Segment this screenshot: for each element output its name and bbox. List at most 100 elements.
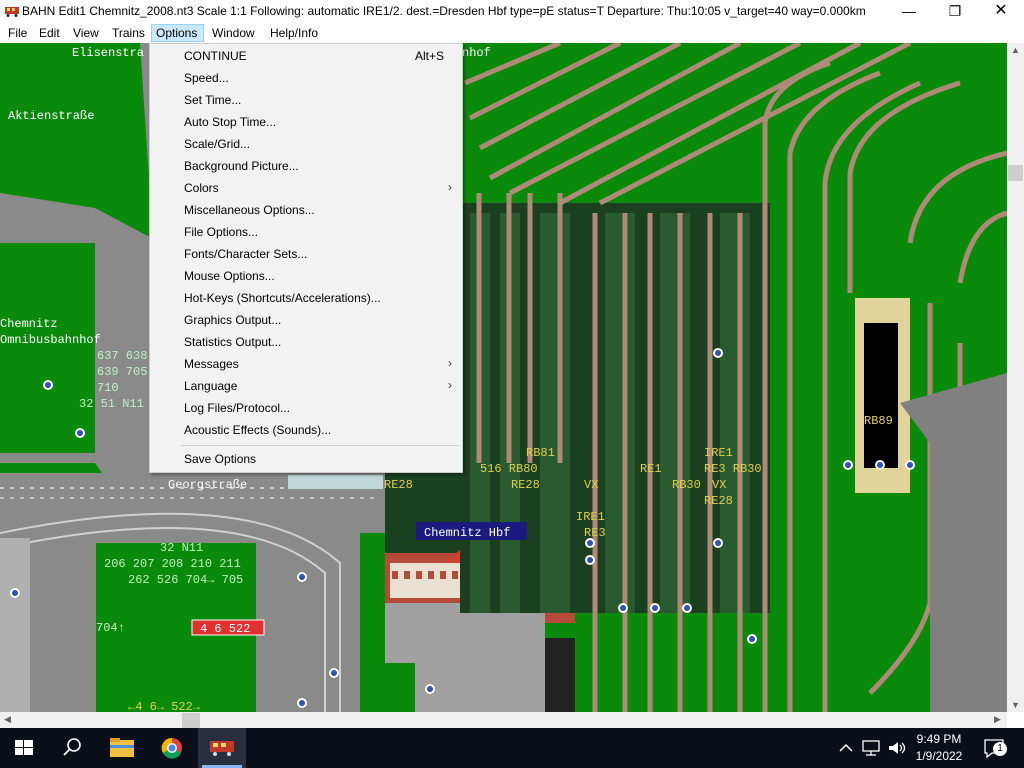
scroll-left-icon[interactable]: ◀ xyxy=(4,714,11,725)
train-label-re28-a: RE28 xyxy=(384,478,413,492)
menu-item-label: Scale/Grid... xyxy=(184,137,251,151)
street-label-georgstrasse: Georgstraße xyxy=(168,478,247,492)
menu-item-label: Mouse Options... xyxy=(184,269,275,283)
train-label-vx-a: VX xyxy=(584,478,598,492)
windows-start-icon[interactable] xyxy=(0,728,48,768)
menu-item-background-picture[interactable]: Background Picture... xyxy=(151,155,461,177)
train-label-rb89: RB89 xyxy=(864,414,893,428)
menu-item-label: Colors xyxy=(184,181,219,195)
submenu-arrow-icon: › xyxy=(448,356,452,370)
menu-item-statistics-output[interactable]: Statistics Output... xyxy=(151,331,461,353)
station-name-label: Chemnitz Hbf xyxy=(424,526,510,540)
clock-date[interactable]: 1/9/2022 xyxy=(914,749,964,763)
menu-item-continue[interactable]: CONTINUE Alt+S xyxy=(151,45,461,67)
train-label-re28-b: RE28 xyxy=(511,478,540,492)
bus-lines-left-2: 639 705 xyxy=(97,365,147,379)
bus-lines-left-4: 32 51 N11 xyxy=(79,397,144,411)
menu-view[interactable]: View xyxy=(69,24,103,42)
search-icon[interactable] xyxy=(48,728,96,768)
train-label-re1: RE1 xyxy=(640,462,662,476)
menu-item-scale-grid[interactable]: Scale/Grid... xyxy=(151,133,461,155)
menu-item-language[interactable]: Language › xyxy=(151,375,461,397)
bus-line-704: 704↑ xyxy=(96,621,125,635)
menu-item-colors[interactable]: Colors › xyxy=(151,177,461,199)
bus-station-label-line2: Omnibusbahnhof xyxy=(0,333,101,347)
vertical-scroll-thumb[interactable] xyxy=(1008,165,1023,181)
menu-item-label: Language xyxy=(184,379,238,393)
train-label-re3-rb30: RE3 RB30 xyxy=(704,462,762,476)
volume-icon[interactable] xyxy=(886,739,908,757)
menu-item-auto-stop-time[interactable]: Auto Stop Time... xyxy=(151,111,461,133)
title-bar: BAHN Edit1 Chemnitz_2008.nt3 Scale 1:1 F… xyxy=(0,0,1024,22)
menu-item-label: Miscellaneous Options... xyxy=(184,203,315,217)
red-bus-sign: 4 6 522 xyxy=(200,622,250,636)
bahn-app-taskbar-icon[interactable] xyxy=(198,728,246,768)
menu-edit[interactable]: Edit xyxy=(35,24,64,42)
menu-item-label: Speed... xyxy=(184,71,229,85)
chevron-up-icon[interactable] xyxy=(836,740,856,756)
taskbar: 9:49 PM 1/9/2022 1 xyxy=(0,728,1024,768)
menu-help-info[interactable]: Help/Info xyxy=(266,24,322,42)
clock-time[interactable]: 9:49 PM xyxy=(914,732,964,746)
menu-item-save-options[interactable]: Save Options xyxy=(151,448,461,470)
train-label-vx-b: VX xyxy=(712,478,726,492)
train-label-ire1-a: IRE1 xyxy=(576,510,605,524)
scroll-down-icon[interactable]: ▼ xyxy=(1011,700,1020,710)
menu-item-fonts-character-sets[interactable]: Fonts/Character Sets... xyxy=(151,243,461,265)
notification-count-badge: 1 xyxy=(993,742,1007,756)
bus-lines-left-3: 710 xyxy=(97,381,119,395)
menu-trains[interactable]: Trains xyxy=(108,24,149,42)
street-label-bahnhof: nhof xyxy=(462,46,491,60)
train-label-516-rb80: 516 RB80 xyxy=(480,462,538,476)
menu-file[interactable]: File xyxy=(4,24,31,42)
menu-item-label: Fonts/Character Sets... xyxy=(184,247,308,261)
horizontal-scrollbar[interactable] xyxy=(0,712,1007,729)
train-label-rb81: RB81 xyxy=(526,446,555,460)
train-label-rb30-a: RB30 xyxy=(672,478,701,492)
horizontal-scroll-thumb[interactable] xyxy=(182,713,200,728)
menu-item-miscellaneous-options[interactable]: Miscellaneous Options... xyxy=(151,199,461,221)
menu-window[interactable]: Window xyxy=(208,24,259,42)
window-title: BAHN Edit1 Chemnitz_2008.nt3 Scale 1:1 F… xyxy=(22,4,866,18)
train-label-re3-a: RE3 xyxy=(584,526,606,540)
menu-item-label: Background Picture... xyxy=(184,159,299,173)
menu-bar: File Edit View Trains Options Window Hel… xyxy=(0,22,1024,44)
network-icon[interactable] xyxy=(860,739,882,757)
close-button[interactable]: ✕ xyxy=(978,0,1024,22)
menu-item-label: Statistics Output... xyxy=(184,335,282,349)
scroll-right-icon[interactable]: ▶ xyxy=(994,714,1001,725)
menu-item-hot-keys[interactable]: Hot-Keys (Shortcuts/Accelerations)... xyxy=(151,287,461,309)
menu-item-graphics-output[interactable]: Graphics Output... xyxy=(151,309,461,331)
train-label-re28-c: RE28 xyxy=(704,494,733,508)
menu-item-label: Auto Stop Time... xyxy=(184,115,277,129)
menu-item-shortcut: Alt+S xyxy=(414,49,444,63)
minimize-button[interactable]: — xyxy=(886,0,932,22)
menu-item-label: Set Time... xyxy=(184,93,242,107)
menu-item-messages[interactable]: Messages › xyxy=(151,353,461,375)
menu-item-label: Log Files/Protocol... xyxy=(184,401,291,415)
bottom-bus-lines: ←4 6→ 522→ xyxy=(128,700,201,712)
submenu-arrow-icon: › xyxy=(448,180,452,194)
menu-item-label: Save Options xyxy=(184,452,257,466)
scroll-up-icon[interactable]: ▲ xyxy=(1011,45,1020,55)
menu-item-mouse-options[interactable]: Mouse Options... xyxy=(151,265,461,287)
menu-item-label: Hot-Keys (Shortcuts/Accelerations)... xyxy=(184,291,381,305)
bus-lines-bottom-1: 32 N11 xyxy=(160,541,203,555)
menu-item-log-files[interactable]: Log Files/Protocol... xyxy=(151,397,461,419)
file-explorer-icon[interactable] xyxy=(98,728,146,768)
menu-item-set-time[interactable]: Set Time... xyxy=(151,89,461,111)
menu-item-file-options[interactable]: File Options... xyxy=(151,221,461,243)
menu-item-speed[interactable]: Speed... xyxy=(151,67,461,89)
menu-item-label: Messages xyxy=(184,357,239,371)
menu-separator xyxy=(181,445,459,446)
menu-item-label: Graphics Output... xyxy=(184,313,282,327)
maximize-button[interactable]: ❐ xyxy=(932,0,978,22)
menu-options[interactable]: Options xyxy=(151,24,204,42)
bus-lines-bottom-2: 206 207 208 210 211 xyxy=(104,557,241,571)
submenu-arrow-icon: › xyxy=(448,378,452,392)
menu-item-acoustic-effects[interactable]: Acoustic Effects (Sounds)... xyxy=(151,419,461,441)
street-label-elisenstrasse: Elisenstra xyxy=(72,46,144,60)
chrome-icon[interactable] xyxy=(148,728,196,768)
street-label-aktienstrasse: Aktienstraße xyxy=(8,109,94,123)
vertical-scrollbar[interactable] xyxy=(1007,43,1024,712)
